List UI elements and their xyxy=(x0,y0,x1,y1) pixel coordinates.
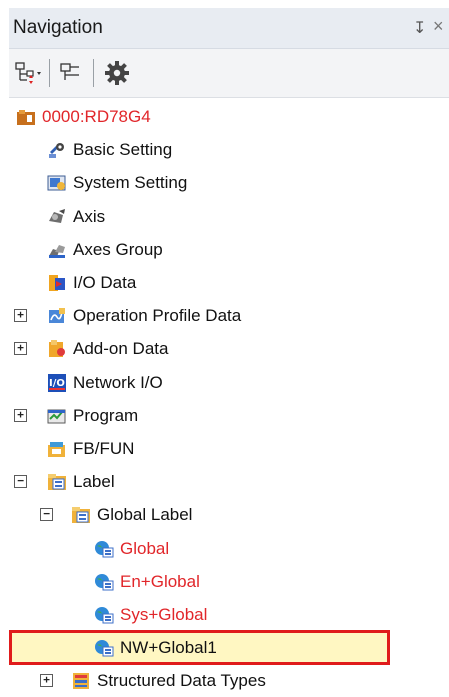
tree-item-label: Structured Data Types xyxy=(97,671,266,691)
global-label-folder-icon xyxy=(71,505,91,525)
tree-item-label: NW+Global1 xyxy=(120,638,217,658)
panel-titlebar: Navigation ↧ × xyxy=(9,8,449,49)
navigation-panel: Navigation ↧ × 0000:RD78G4 Basic Setting… xyxy=(9,8,449,693)
close-icon[interactable]: × xyxy=(433,16,444,37)
tree-item[interactable]: Axis xyxy=(9,200,449,233)
network-io-icon: I/O xyxy=(47,373,67,393)
structured-data-icon xyxy=(71,671,91,691)
tree-expand-icon xyxy=(15,62,41,84)
tree-item[interactable]: Basic Setting xyxy=(9,133,449,166)
pin-icon[interactable]: ↧ xyxy=(413,18,426,38)
project-tree: 0000:RD78G4 Basic Setting System Setting Ax… xyxy=(9,100,449,693)
globe-label-icon xyxy=(94,605,114,625)
tree-item-label: Network I/O xyxy=(73,372,163,392)
tree-item[interactable]: + Program xyxy=(9,399,449,432)
tree-item-label: I/O Data xyxy=(73,273,137,292)
tree-item-label: 0000:RD78G4 xyxy=(42,107,151,126)
tree-item[interactable]: Axes Group xyxy=(9,233,449,266)
tree-item-label: Global xyxy=(120,538,170,558)
tree-collapse-icon xyxy=(60,63,79,80)
tree-item-label: En+Global xyxy=(120,571,200,591)
expand-icon[interactable]: + xyxy=(14,309,27,323)
tree-item[interactable]: En+Global xyxy=(9,565,449,598)
navigation-window: Navigation ↧ × 0000:RD78G4 Basic Setting… xyxy=(0,0,449,693)
collapse-icon[interactable]: − xyxy=(14,475,27,489)
gear-icon xyxy=(105,61,129,85)
expand-collapse-tree-button[interactable] xyxy=(13,58,43,88)
globe-label-icon xyxy=(94,572,114,592)
tree-item[interactable]: − Global Label xyxy=(9,498,449,531)
panel-title: Navigation xyxy=(13,17,103,38)
globe-label-icon xyxy=(94,638,114,658)
axis-icon xyxy=(47,207,67,227)
basic-setting-icon xyxy=(47,140,67,160)
tree-item-label: System Setting xyxy=(73,173,188,193)
svg-text:I/O: I/O xyxy=(49,378,65,389)
label-folder-icon xyxy=(47,472,67,492)
tree-item[interactable]: + Operation Profile Data xyxy=(9,299,449,332)
tree-item[interactable]: NW+Global1 xyxy=(9,630,449,666)
tree-item[interactable]: 0000:RD78G4 xyxy=(9,100,449,133)
fb-fun-icon xyxy=(47,439,67,459)
tree-item-label: Label xyxy=(73,472,115,492)
module-icon xyxy=(16,107,36,127)
operation-profile-icon xyxy=(47,306,67,326)
tree-item-label: Axis xyxy=(73,206,106,226)
tree-item[interactable]: I/O Network I/O xyxy=(9,366,449,399)
tree-item[interactable]: + Structured Data Types xyxy=(9,664,449,697)
expand-icon[interactable]: + xyxy=(14,408,27,422)
globe-label-icon xyxy=(94,539,114,559)
collapse-icon[interactable]: − xyxy=(40,508,53,522)
settings-button[interactable] xyxy=(102,58,132,88)
navigation-toolbar xyxy=(9,49,449,98)
tree-item-label: Basic Setting xyxy=(73,140,173,160)
tree-item-label: Operation Profile Data xyxy=(73,306,242,326)
tree-item-label: Program xyxy=(73,405,139,425)
system-setting-icon xyxy=(47,173,67,193)
tree-item-label: FB/FUN xyxy=(73,439,135,458)
tree-item[interactable]: I/O Data xyxy=(9,266,449,299)
expand-icon[interactable]: + xyxy=(40,674,53,688)
tree-item-label: Global Label xyxy=(97,505,193,525)
expand-icon[interactable]: + xyxy=(14,342,27,356)
tree-item-label: Sys+Global xyxy=(120,605,208,624)
tree-item[interactable]: System Setting xyxy=(9,166,449,199)
io-data-icon xyxy=(47,273,67,293)
program-icon xyxy=(47,406,67,426)
tree-item-label: Add-on Data xyxy=(73,339,169,359)
collapse-tree-button[interactable] xyxy=(57,58,87,88)
tree-item[interactable]: Sys+Global xyxy=(9,598,449,631)
tree-item[interactable]: FB/FUN xyxy=(9,432,449,465)
toolbar-separator xyxy=(93,59,94,87)
tree-item-label: Axes Group xyxy=(73,239,163,259)
tree-item[interactable]: + Add-on Data xyxy=(9,332,449,365)
axes-group-icon xyxy=(47,240,67,260)
toolbar-separator xyxy=(49,59,50,87)
tree-item[interactable]: − Label xyxy=(9,465,449,498)
tree-item[interactable]: Global xyxy=(9,532,449,565)
addon-data-icon xyxy=(47,339,67,359)
